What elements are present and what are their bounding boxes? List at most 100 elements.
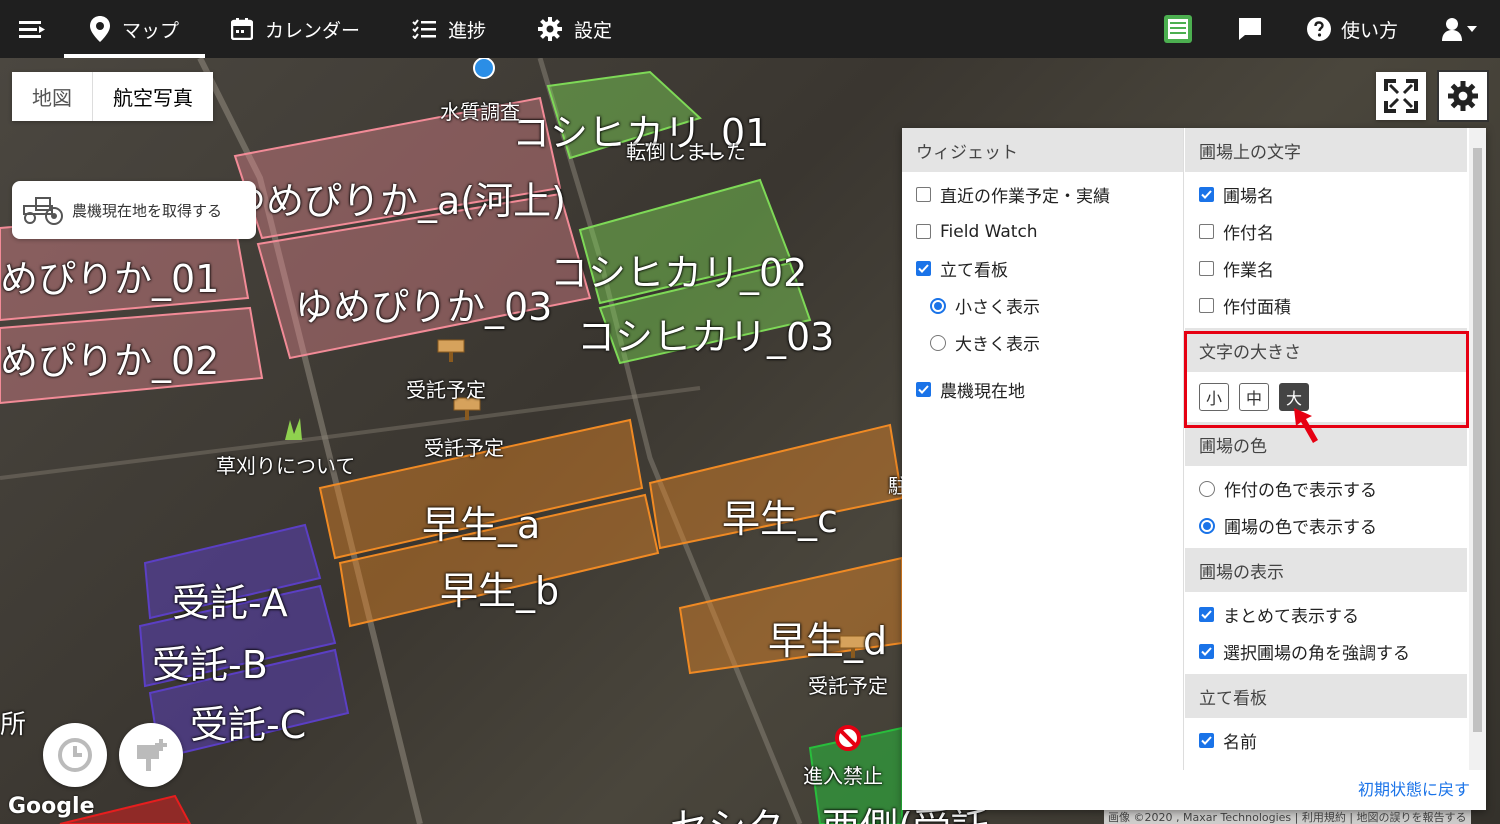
user-menu-button[interactable] [1420, 0, 1500, 58]
option-label: 選択圃場の角を強調する [1223, 644, 1410, 664]
tractor-button-label: 農機現在地を取得する [72, 201, 223, 220]
field-label: 受託-B [152, 643, 268, 687]
help-label: 使い方 [1340, 19, 1398, 42]
field-label: 早生_b [440, 569, 560, 613]
clock-icon [58, 738, 92, 772]
map-settings-panel: ウィジェット 直近の作業予定・実績 Field Watch 立て看板 小さく表示… [902, 128, 1486, 810]
nav-tab-map[interactable]: マップ [64, 0, 206, 58]
field-display-header: 圃場の表示 [1185, 548, 1467, 592]
tractor-location-button[interactable]: 農機現在地を取得する [12, 181, 256, 239]
checklist-icon [412, 19, 437, 39]
signboard-option-name[interactable]: 名前 [1185, 722, 1467, 759]
field-color-option-field[interactable]: 圃場の色で表示する [1185, 507, 1467, 544]
field-label: 早生_d [768, 619, 888, 663]
field-label: ゆめぴりか_03 [295, 285, 553, 329]
widget-option-tractor[interactable]: 農機現在地 [902, 371, 1183, 408]
field-text-option-name[interactable]: 圃場名 [1185, 176, 1467, 213]
field-color-header: 圃場の色 [1185, 422, 1467, 466]
map-type-toggle: 地図 航空写真 [12, 72, 213, 121]
map-settings-button[interactable] [1437, 70, 1489, 122]
history-button[interactable] [43, 723, 107, 787]
option-label: 圃場の色で表示する [1224, 518, 1377, 538]
checkbox[interactable] [916, 187, 931, 202]
scrollbar-thumb[interactable] [1473, 148, 1482, 732]
option-label: 大きく表示 [955, 335, 1040, 355]
option-label: 圃場名 [1223, 187, 1274, 207]
field-label: 早生_c [722, 497, 838, 541]
field-text-option-area[interactable]: 作付面積 [1185, 287, 1467, 324]
map-pin-marker[interactable] [473, 58, 495, 79]
marker-label: 受託予定 [424, 436, 504, 460]
add-sign-button[interactable] [119, 723, 183, 787]
fullscreen-button[interactable] [1376, 72, 1426, 120]
field-text-option-crop[interactable]: 作付名 [1185, 213, 1467, 250]
font-size-highlight-box [1184, 331, 1469, 428]
radio-selected[interactable] [930, 297, 946, 314]
gear-icon [538, 17, 563, 41]
widget-option-schedule[interactable]: 直近の作業予定・実績 [902, 176, 1183, 213]
map-type-map-button[interactable]: 地図 [12, 72, 92, 121]
map-type-satellite-button[interactable]: 航空写真 [92, 72, 213, 121]
nav-tab-label: 進捗 [448, 19, 487, 42]
marker-label: 進入禁止 [803, 764, 883, 788]
checkbox[interactable] [1199, 224, 1214, 239]
field-label: 早生_a [422, 503, 541, 547]
checkbox[interactable] [1199, 261, 1214, 276]
sign-size-large[interactable]: 大きく表示 [902, 324, 1183, 361]
field-label: めぴりか_01 [0, 257, 220, 301]
radio[interactable] [930, 334, 946, 351]
field-color-option-crop[interactable]: 作付の色で表示する [1185, 470, 1467, 507]
chat-button[interactable] [1215, 0, 1285, 58]
radio-selected[interactable] [1199, 517, 1215, 534]
panel-scrollbar[interactable] [1469, 128, 1486, 770]
option-label: 作付の色で表示する [1224, 481, 1377, 501]
top-nav: マップ カレンダー 進捗 設定 使い方 [0, 0, 1500, 58]
option-label: 作業名 [1223, 261, 1274, 281]
checkbox-checked[interactable] [1199, 187, 1214, 202]
nav-tab-label: マップ [122, 19, 180, 42]
marker-label: 水質調査 [440, 100, 520, 124]
tractor-icon [23, 197, 63, 225]
nav-tab-progress[interactable]: 進捗 [386, 0, 512, 58]
help-button[interactable]: 使い方 [1285, 0, 1420, 58]
field-display-option-group[interactable]: まとめて表示する [1185, 596, 1467, 633]
nav-tab-label: 設定 [574, 19, 613, 42]
widget-header: ウィジェット [902, 128, 1183, 172]
field-text-option-task[interactable]: 作業名 [1185, 250, 1467, 287]
checkbox[interactable] [916, 224, 931, 239]
option-label: 小さく表示 [955, 298, 1040, 318]
marker-label: 受託予定 [808, 674, 888, 698]
option-label: 直近の作業予定・実績 [940, 187, 1110, 207]
menu-icon [19, 21, 45, 38]
checkbox-checked[interactable] [1199, 644, 1214, 659]
nav-tab-settings[interactable]: 設定 [512, 0, 638, 58]
field-search-button[interactable] [1141, 0, 1215, 58]
marker-label: 草刈りについて [216, 454, 356, 478]
gear-icon [1448, 81, 1478, 111]
widget-option-field-watch[interactable]: Field Watch [902, 213, 1183, 250]
calendar-icon [231, 18, 254, 40]
field-display-option-corners[interactable]: 選択圃場の角を強調する [1185, 633, 1467, 670]
display-column: 圃場上の文字 圃場名 作付名 作業名 作付面積 文字の大きさ 小 中 大 圃場の… [1185, 128, 1467, 759]
widget-option-signboard[interactable]: 立て看板 [902, 250, 1183, 287]
radio[interactable] [1199, 480, 1215, 497]
nav-tab-calendar[interactable]: カレンダー [205, 0, 386, 58]
arrow-pointer-icon [1294, 408, 1318, 443]
reset-defaults-link[interactable]: 初期状態に戻す [1358, 776, 1470, 800]
checkbox[interactable] [1199, 298, 1214, 313]
field-label: コシヒカリ_02 [550, 251, 808, 295]
option-label: 作付面積 [1223, 298, 1291, 318]
menu-toggle-button[interactable] [0, 0, 64, 58]
checkbox-checked[interactable] [1199, 607, 1214, 622]
checkbox-checked[interactable] [916, 261, 931, 276]
field-label: コシヒカリ_03 [577, 315, 835, 359]
checkbox-checked[interactable] [1199, 733, 1214, 748]
sign-size-small[interactable]: 小さく表示 [902, 287, 1183, 324]
option-label: Field Watch [940, 221, 1038, 242]
field-label: 受託-C [190, 703, 307, 747]
fullscreen-icon [1384, 79, 1418, 113]
question-circle-icon [1306, 17, 1331, 41]
checkbox-checked[interactable] [916, 382, 931, 397]
option-label: 農機現在地 [940, 382, 1025, 402]
map-attribution[interactable]: 画像 ©2020 , Maxar Technologies | 利用規約 | 地… [1104, 808, 1471, 824]
